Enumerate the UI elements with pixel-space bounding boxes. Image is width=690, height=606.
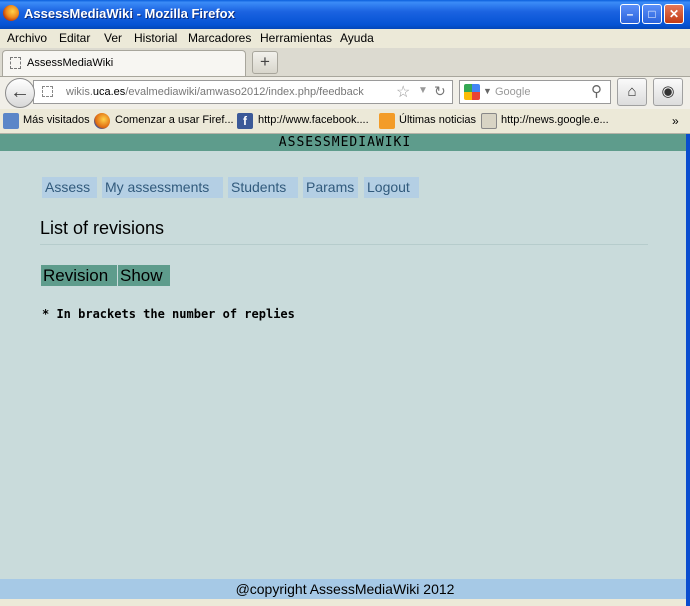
nav-logout[interactable]: Logout <box>364 177 419 198</box>
search-placeholder: Google <box>495 86 531 98</box>
window-title-bar: AssessMediaWiki - Mozilla Firefox – □ ✕ <box>0 0 690 29</box>
nav-my-assessments[interactable]: My assessments <box>102 177 223 198</box>
reload-icon[interactable]: ↻ <box>434 83 446 100</box>
heading-divider <box>40 244 648 245</box>
search-icon[interactable]: ⚲ <box>591 82 602 100</box>
url-bar[interactable]: wikis.uca.es/evalmediawiki/amwaso2012/in… <box>33 80 453 104</box>
search-box[interactable]: ▼ Google ⚲ <box>459 80 611 104</box>
page-title: List of revisions <box>40 218 165 238</box>
page-content: ASSESSMEDIAWIKI Assess My assessments St… <box>0 134 690 606</box>
news-icon <box>481 113 497 129</box>
table-header-show: Show <box>118 265 170 286</box>
bookmark-ultimas-noticias[interactable]: Últimas noticias <box>399 114 476 126</box>
menu-herramientas[interactable]: Herramientas <box>260 31 332 45</box>
window-border <box>686 134 690 606</box>
url-text: wikis.uca.es/evalmediawiki/amwaso2012/in… <box>66 86 364 98</box>
tab-assessmediawiki[interactable]: AssessMediaWiki <box>2 50 246 76</box>
menu-ayuda[interactable]: Ayuda <box>340 31 374 45</box>
home-button[interactable]: ⌂ <box>617 78 647 106</box>
site-identity-icon[interactable] <box>42 86 53 97</box>
menu-historial[interactable]: Historial <box>134 31 177 45</box>
tab-title: AssessMediaWiki <box>27 57 114 69</box>
page-icon <box>10 57 21 69</box>
most-visited-icon <box>3 113 19 129</box>
bookmark-facebook[interactable]: http://www.facebook.... <box>258 114 369 126</box>
bookmark-star-icon[interactable]: ☆ <box>396 82 410 102</box>
bookmark-comenzar[interactable]: Comenzar a usar Firef... <box>115 114 234 126</box>
navigation-toolbar: wikis.uca.es/evalmediawiki/amwaso2012/in… <box>0 77 690 109</box>
nav-params[interactable]: Params <box>303 177 358 198</box>
close-button[interactable]: ✕ <box>664 4 684 24</box>
rss-icon <box>379 113 395 129</box>
firefox-icon <box>94 113 110 129</box>
nav-students[interactable]: Students <box>228 177 298 198</box>
engine-dropdown-icon[interactable]: ▼ <box>483 86 492 96</box>
window-title: AssessMediaWiki - Mozilla Firefox <box>24 6 235 21</box>
addon-button[interactable]: ◉ <box>653 78 683 106</box>
firefox-icon <box>3 5 19 21</box>
bookmark-mas-visitados[interactable]: Más visitados <box>23 114 90 126</box>
back-arrow-icon: ← <box>10 81 30 103</box>
menu-bar: Archivo Editar Ver Historial Marcadores … <box>0 29 690 48</box>
facebook-icon: f <box>237 113 253 129</box>
table-header-revision: Revision <box>41 265 117 286</box>
page-footer: @copyright AssessMediaWiki 2012 <box>0 579 690 599</box>
google-icon[interactable] <box>464 84 480 100</box>
minimize-button[interactable]: – <box>620 4 640 24</box>
back-button[interactable]: ← <box>5 78 35 108</box>
status-bar <box>0 599 690 606</box>
bookmark-google-news[interactable]: http://news.google.e... <box>501 114 609 126</box>
eye-icon: ◉ <box>661 83 675 100</box>
tab-strip: AssessMediaWiki + <box>0 48 690 77</box>
menu-ver[interactable]: Ver <box>104 31 122 45</box>
footnote: * In brackets the number of replies <box>42 307 295 321</box>
menu-archivo[interactable]: Archivo <box>7 31 47 45</box>
home-icon: ⌂ <box>627 83 637 100</box>
new-tab-button[interactable]: + <box>252 51 278 74</box>
chevron-right-icon[interactable]: » <box>672 114 679 128</box>
menu-editar[interactable]: Editar <box>59 31 90 45</box>
url-dropdown-icon[interactable]: ▼ <box>418 85 428 96</box>
menu-marcadores[interactable]: Marcadores <box>188 31 251 45</box>
nav-assess[interactable]: Assess <box>42 177 97 198</box>
site-header: ASSESSMEDIAWIKI <box>0 134 690 151</box>
maximize-button[interactable]: □ <box>642 4 662 24</box>
bookmarks-toolbar: Más visitados Comenzar a usar Firef... f… <box>0 110 690 134</box>
